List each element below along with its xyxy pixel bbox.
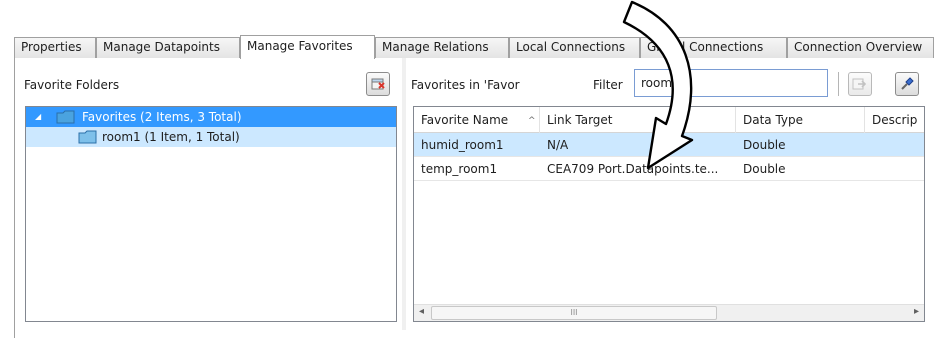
export-button[interactable] xyxy=(848,72,872,96)
add-folder-button[interactable] xyxy=(366,72,390,96)
panel-splitter[interactable] xyxy=(402,58,406,330)
pin-icon xyxy=(901,77,914,90)
horizontal-scrollbar[interactable]: ◂ III ▸ xyxy=(414,304,924,321)
tree-node-label: room1 (1 Item, 1 Total) xyxy=(102,130,240,144)
favorites-heading: Favorites in 'Favor xyxy=(411,78,520,92)
favorites-grid: Favorite Name ^ Link Target Data Type De… xyxy=(413,106,925,322)
add-folder-icon xyxy=(371,78,385,90)
tab-manage-favorites[interactable]: Manage Favorites xyxy=(240,35,375,59)
cell-data-type: Double xyxy=(743,162,786,176)
cell-link-target: CEA709 Port.Datapoints.te... xyxy=(547,162,719,176)
tab-manage-datapoints[interactable]: Manage Datapoints xyxy=(96,37,240,58)
cell-data-type: Double xyxy=(743,138,786,152)
tab-strip: Properties Manage Datapoints Manage Favo… xyxy=(14,35,934,59)
toolbar-separator xyxy=(838,72,839,96)
folder-icon xyxy=(56,110,75,124)
pin-button[interactable] xyxy=(895,72,919,96)
scroll-right-arrow-icon[interactable]: ▸ xyxy=(914,306,919,317)
tab-local-connections[interactable]: Local Connections xyxy=(509,37,640,58)
tree-node-room1[interactable]: room1 (1 Item, 1 Total) xyxy=(26,127,396,147)
tab-manage-relations[interactable]: Manage Relations xyxy=(375,37,509,58)
column-favorite-name[interactable]: Favorite Name ^ xyxy=(414,107,540,133)
grid-header: Favorite Name ^ Link Target Data Type De… xyxy=(414,107,924,133)
cell-favorite-name: humid_room1 xyxy=(421,138,504,152)
column-data-type[interactable]: Data Type xyxy=(736,107,865,133)
table-row[interactable]: temp_room1 CEA709 Port.Datapoints.te... … xyxy=(414,157,924,181)
tree-node-label: Favorites (2 Items, 3 Total) xyxy=(82,110,242,124)
table-row[interactable]: humid_room1 N/A Double xyxy=(414,133,924,157)
scroll-left-arrow-icon[interactable]: ◂ xyxy=(419,306,424,317)
folder-icon xyxy=(78,130,97,144)
export-icon xyxy=(852,78,867,90)
scrollbar-thumb[interactable]: III xyxy=(431,306,717,320)
favorite-folders-tree[interactable]: ◢ Favorites (2 Items, 3 Total) room1 (1 … xyxy=(25,106,397,322)
column-description[interactable]: Descrip xyxy=(865,107,924,133)
expand-triangle-icon[interactable]: ◢ xyxy=(35,107,41,127)
filter-label: Filter xyxy=(593,78,623,92)
tab-global-connections[interactable]: Global Connections xyxy=(640,37,787,58)
tab-connection-overview[interactable]: Connection Overview xyxy=(787,37,934,58)
sort-ascending-icon: ^ xyxy=(528,116,536,126)
cell-favorite-name: temp_room1 xyxy=(421,162,498,176)
column-link-target[interactable]: Link Target xyxy=(540,107,736,133)
manage-favorites-pane: Favorite Folders ◢ Favorites (2 Items, 3… xyxy=(14,58,934,338)
favorite-folders-heading: Favorite Folders xyxy=(24,78,120,92)
filter-input[interactable] xyxy=(634,69,828,97)
tree-node-favorites[interactable]: ◢ Favorites (2 Items, 3 Total) xyxy=(26,107,396,127)
cell-link-target: N/A xyxy=(547,138,569,152)
tab-properties[interactable]: Properties xyxy=(14,37,96,58)
